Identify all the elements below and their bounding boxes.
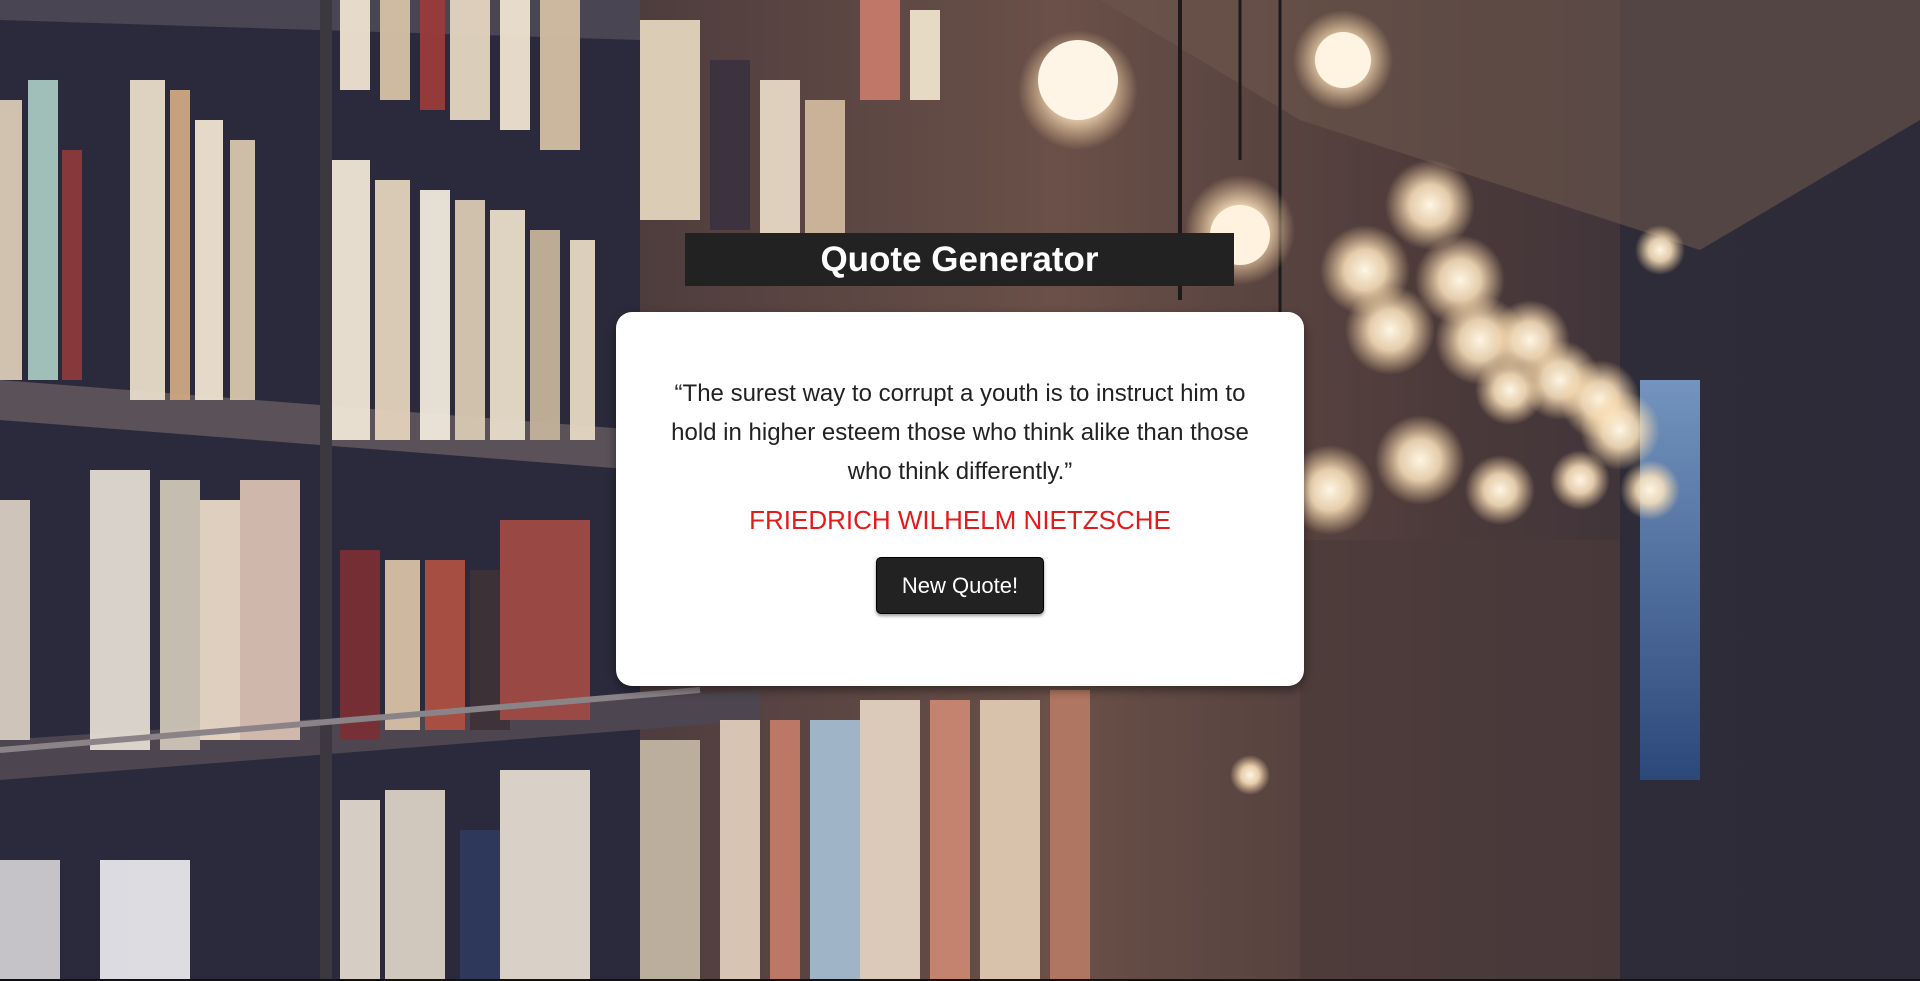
quote-text: “The surest way to corrupt a youth is to… <box>671 380 1249 485</box>
page-title: Quote Generator <box>685 233 1234 286</box>
new-quote-button[interactable]: New Quote! <box>876 557 1044 614</box>
quote-card: “The surest way to corrupt a youth is to… <box>616 312 1304 686</box>
quote-author: FRIEDRICH WILHELM NIETZSCHE <box>749 505 1171 535</box>
